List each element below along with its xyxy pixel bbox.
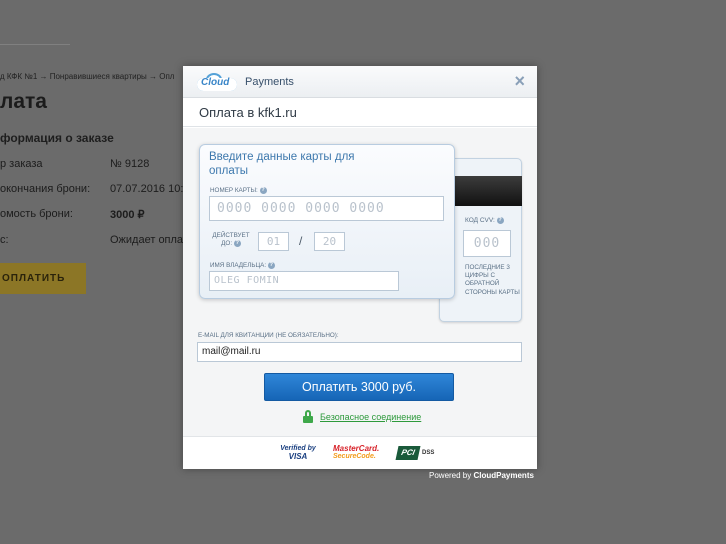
holder-label-text: ИМЯ ВЛАДЕЛЬЦА: <box>210 262 267 270</box>
logo-cloud-text: Cloud <box>201 77 230 88</box>
background-pay-button[interactable]: ОПЛАТИТЬ <box>0 263 86 294</box>
order-number-label: р заказа <box>0 158 43 170</box>
cvv-label: КОД CVV: ? <box>465 217 504 224</box>
email-label: E-MAIL ДЛЯ КВИТАНЦИИ (НЕ ОБЯЗАТЕЛЬНО): <box>198 332 339 339</box>
expiry-slash: / <box>299 234 303 248</box>
mastercard-securecode-logo: MasterCard. SecureCode. <box>333 445 381 461</box>
help-icon[interactable]: ? <box>233 239 241 247</box>
email-input[interactable]: mail@mail.ru <box>197 342 522 362</box>
expiry-month-input[interactable]: 01 <box>258 232 289 251</box>
help-icon[interactable]: ? <box>259 187 267 194</box>
cloud-icon: Cloud <box>197 73 243 91</box>
booking-cost-label: омость брони: <box>0 208 73 220</box>
card-title: Введите данные карты для оплаты <box>209 151 355 177</box>
visa-line2: VISA <box>288 452 308 461</box>
help-icon[interactable]: ? <box>267 262 275 269</box>
lock-icon <box>303 410 313 423</box>
cvv-input[interactable]: 000 <box>463 230 511 257</box>
verified-by-visa-logo: Verified by VISA <box>279 445 317 461</box>
order-number-value: № 9128 <box>110 158 150 170</box>
card-number-label: НОМЕР КАРТЫ: ? <box>210 187 267 194</box>
booking-end-value: 07.07.2016 10:3 <box>110 183 190 195</box>
expiry-label-text: ДЕЙСТВУЕТ ДО: <box>212 232 250 247</box>
modal-subtitle: Оплата в kfk1.ru <box>183 98 537 127</box>
order-info-heading: формация о заказе <box>0 131 114 145</box>
booking-end-label: окончания брони: <box>0 183 91 195</box>
cvv-label-text: КОД CVV: <box>465 217 495 225</box>
help-icon[interactable]: ? <box>496 217 504 224</box>
pci-dss-logo: PCI DSS <box>395 446 443 460</box>
booking-cost-value: 3000 ₽ <box>110 209 145 221</box>
pci-text: DSS <box>422 450 435 456</box>
background-divider <box>0 44 70 45</box>
cloudpayments-logo: Cloud Payments <box>197 73 294 91</box>
secure-connection-link[interactable]: Безопасное соединение <box>320 412 421 422</box>
status-value: Ожидает оплат <box>110 234 188 246</box>
card-front: Введите данные карты для оплаты НОМЕР КА… <box>199 144 455 299</box>
modal-header: Cloud Payments × <box>183 66 537 98</box>
expiry-label: ДЕЙСТВУЕТ ДО: ? <box>211 232 251 247</box>
cvv-note: ПОСЛЕДНИЕ 3 ЦИФРЫ С ОБРАТНОЙ СТОРОНЫ КАР… <box>465 264 520 296</box>
page-title: лата <box>0 90 47 113</box>
cardholder-input[interactable]: OLEG FOMIN <box>209 271 399 291</box>
card-number-input[interactable]: 0000 0000 0000 0000 <box>209 196 444 221</box>
expiry-year-input[interactable]: 20 <box>314 232 345 251</box>
powered-by: Powered by CloudPayments <box>429 471 534 480</box>
logo-text: Payments <box>245 76 294 88</box>
holder-label: ИМЯ ВЛАДЕЛЬЦА: ? <box>210 262 275 269</box>
mc-line1: MasterCard. <box>333 444 380 453</box>
status-label: с: <box>0 234 9 246</box>
secure-connection: Безопасное соединение <box>303 410 421 423</box>
powered-prefix: Powered by <box>429 471 474 480</box>
close-icon[interactable]: × <box>514 71 525 92</box>
powered-brand: CloudPayments <box>473 471 534 480</box>
breadcrumb: д КФК №1 → Понравившиеся квартиры → Опл <box>0 72 175 81</box>
pay-button[interactable]: Оплатить 3000 руб. <box>264 373 454 401</box>
mc-line2: SecureCode. <box>333 453 376 460</box>
card-number-label-text: НОМЕР КАРТЫ: <box>210 187 258 195</box>
pci-mark: PCI <box>395 446 421 460</box>
